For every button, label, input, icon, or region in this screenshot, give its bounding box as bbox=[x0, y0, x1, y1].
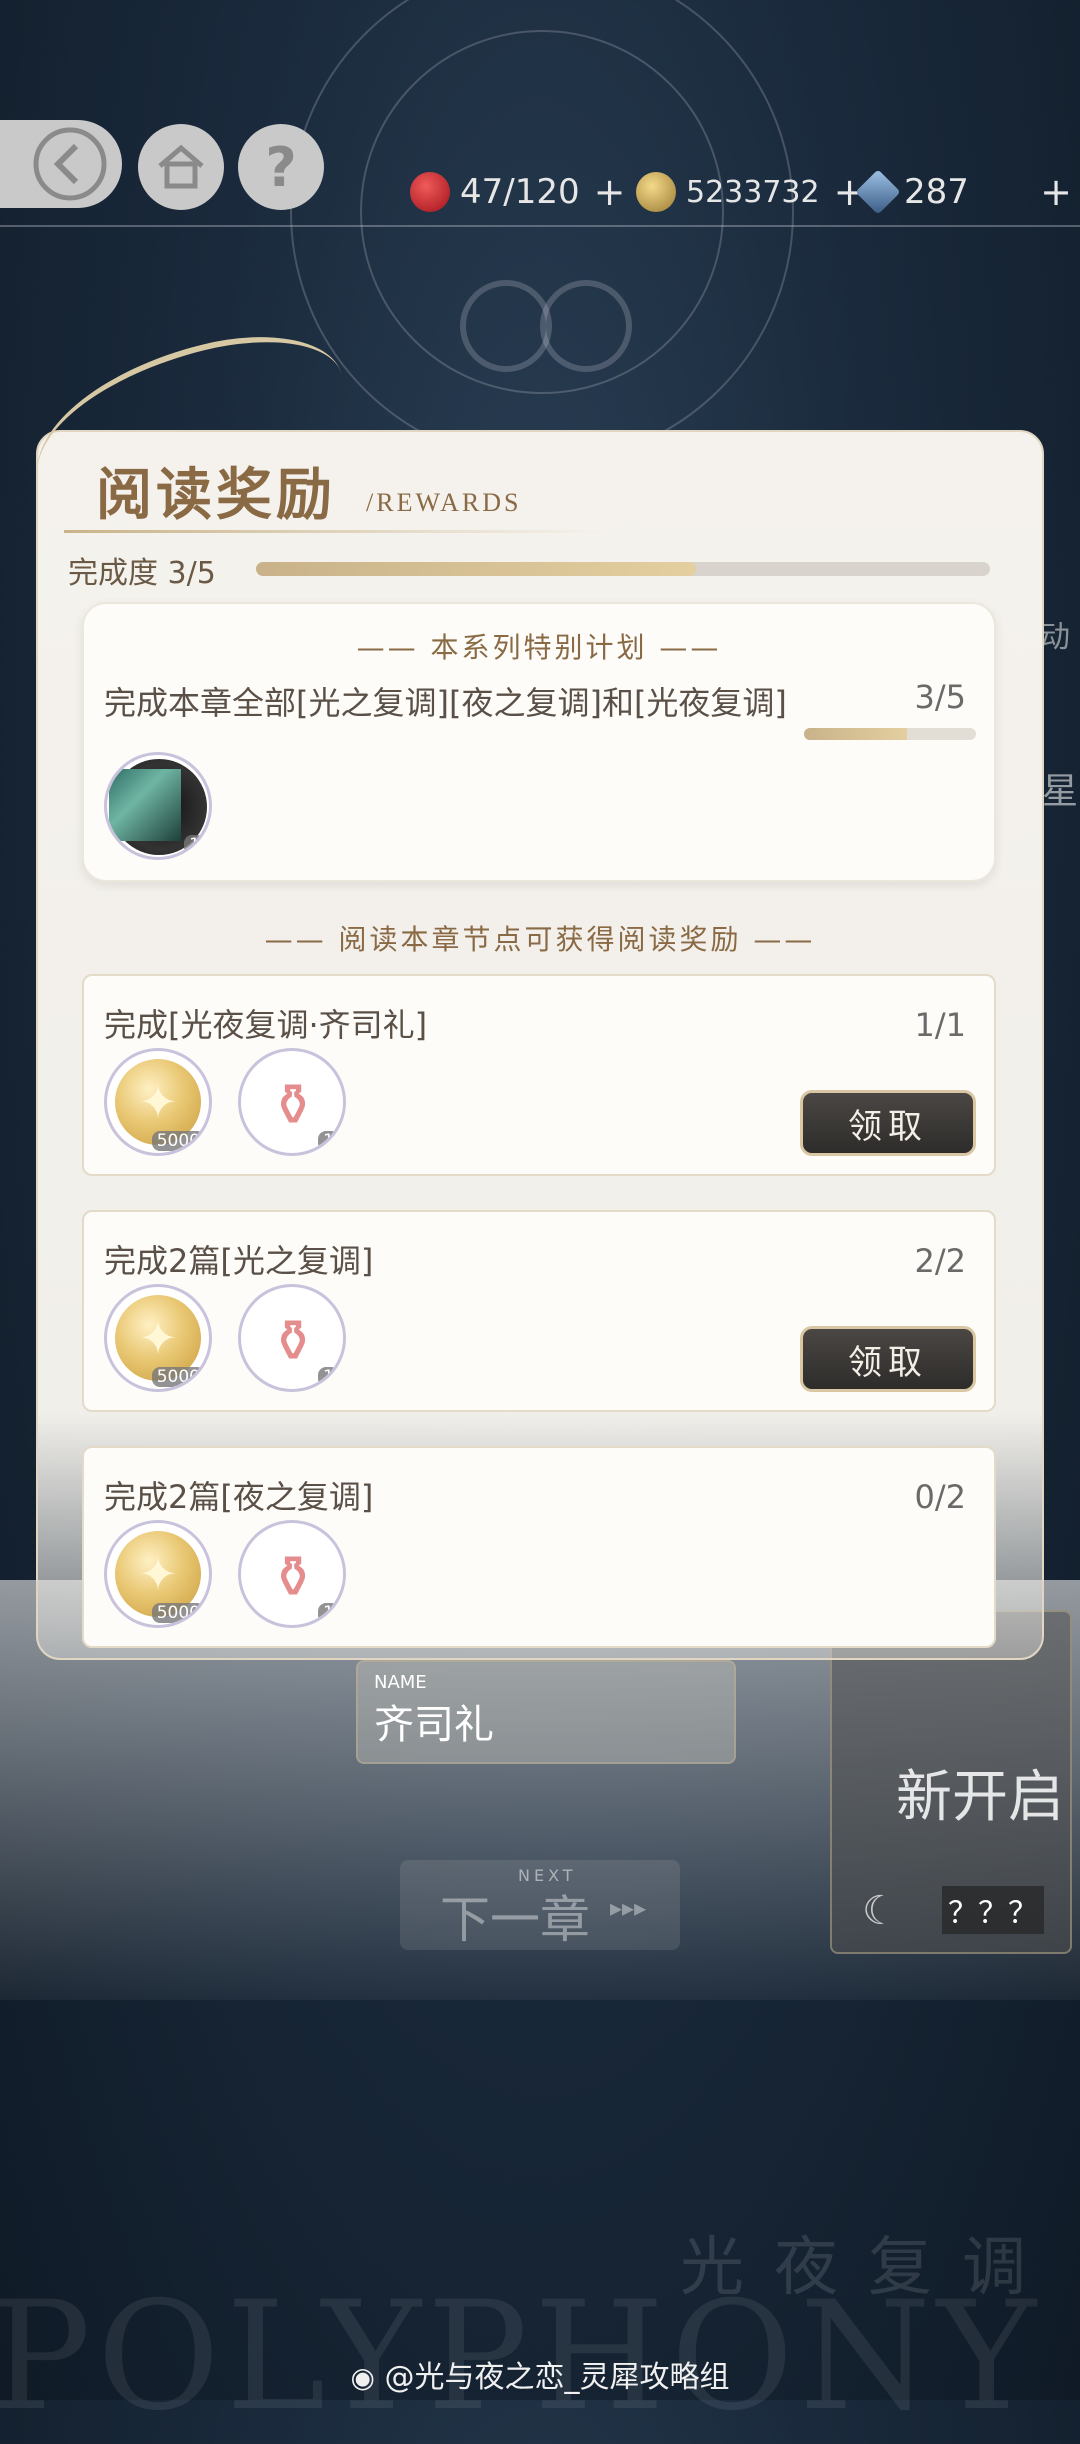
coin-icon bbox=[636, 172, 676, 212]
gold-value: 5233732 bbox=[686, 174, 820, 210]
bg-new-open-label: 新开启 bbox=[896, 1765, 1064, 1830]
bg-next-label: 下一章 bbox=[440, 1891, 590, 1949]
reward-potion[interactable]: ⚱ 1 bbox=[238, 1284, 346, 1392]
back-arrow-icon bbox=[33, 127, 107, 201]
stamina-resource: 47/120 + bbox=[410, 166, 625, 218]
bg-next-chapter-button[interactable]: NEXT 下一章 ▸▸▸ bbox=[400, 1860, 680, 1950]
home-button[interactable] bbox=[138, 124, 224, 210]
reward-potion[interactable]: ⚱ 1 bbox=[238, 1048, 346, 1156]
panel-title: 阅读奖励 bbox=[96, 462, 336, 528]
bg-side-char-2: 星 bbox=[1042, 771, 1079, 812]
reward-gold-coin[interactable]: ✦ 5000 bbox=[104, 1520, 212, 1628]
top-bar: ? 47/120 + 5233732 + 287 + bbox=[0, 120, 1080, 230]
task-count: 1/1 bbox=[914, 1006, 967, 1044]
task-card: 完成[光夜复调·齐司礼] 1/1 ✦ 5000 ⚱ 1 领取 bbox=[82, 974, 996, 1176]
special-plan-card: —— 本系列特别计划 —— 完成本章全部[光之复调][夜之复调]和[光夜复调] … bbox=[82, 602, 996, 882]
weibo-icon: ◉ bbox=[350, 2361, 375, 2394]
panel-subtitle: /REWARDS bbox=[366, 488, 522, 517]
completion-progress-bar bbox=[256, 562, 990, 576]
add-diamond-button[interactable]: + bbox=[1040, 170, 1072, 214]
task-count: 0/2 bbox=[914, 1478, 967, 1516]
bg-name-tag: NAME bbox=[374, 1672, 427, 1693]
back-button[interactable] bbox=[0, 120, 122, 208]
next-arrows-icon: ▸▸▸ bbox=[610, 1894, 647, 1922]
bg-ring-small-right bbox=[540, 280, 632, 372]
reward-potion[interactable]: ⚱ 1 bbox=[238, 1520, 346, 1628]
special-progress-bar bbox=[804, 728, 976, 740]
reward-gold-coin[interactable]: ✦ 5000 bbox=[104, 1048, 212, 1156]
special-task-count: 3/5 bbox=[914, 678, 967, 716]
reward-qty: 1 bbox=[318, 1131, 339, 1151]
title-underline bbox=[64, 530, 604, 533]
claim-button[interactable]: 领取 bbox=[800, 1090, 976, 1156]
watermark-text: @光与夜之恋_灵犀攻略组 bbox=[384, 2360, 730, 2395]
watermark: ◉ @光与夜之恋_灵犀攻略组 bbox=[0, 2352, 1080, 2396]
apple-icon bbox=[410, 172, 450, 212]
task-text: 完成2篇[夜之复调] bbox=[104, 1478, 374, 1516]
special-progress-fill bbox=[804, 728, 908, 740]
bg-character-card[interactable]: NAME 齐司礼 bbox=[356, 1660, 736, 1764]
reward-qty: 5000 bbox=[151, 1367, 205, 1387]
diamond-value: 287 bbox=[904, 172, 969, 212]
bg-ring-small-left bbox=[460, 280, 552, 372]
bg-unknown-name: ？？？ bbox=[942, 1886, 1044, 1934]
reward-qty: 1 bbox=[318, 1367, 339, 1387]
top-divider bbox=[0, 225, 1080, 227]
home-icon bbox=[158, 144, 204, 189]
task-card: 完成2篇[夜之复调] 0/2 ✦ 5000 ⚱ 1 bbox=[82, 1446, 996, 1648]
claim-button[interactable]: 领取 bbox=[800, 1326, 976, 1392]
bg-new-chapter-card[interactable]: 新开启 ？？？ ☾ bbox=[830, 1610, 1072, 1954]
reward-qty: 1 bbox=[184, 835, 205, 855]
help-icon: ? bbox=[265, 135, 297, 199]
bg-character-name: 齐司礼 bbox=[374, 1702, 494, 1748]
stamina-value: 47/120 bbox=[460, 172, 580, 212]
gold-resource: 5233732 + bbox=[636, 166, 865, 218]
add-stamina-button[interactable]: + bbox=[594, 170, 626, 214]
task-card: 完成2篇[光之复调] 2/2 ✦ 5000 ⚱ 1 领取 bbox=[82, 1210, 996, 1412]
task-text: 完成2篇[光之复调] bbox=[104, 1242, 374, 1280]
task-count: 2/2 bbox=[914, 1242, 967, 1280]
reward-qty: 5000 bbox=[151, 1603, 205, 1623]
node-rewards-header: —— 阅读本章节点可获得阅读奖励 —— bbox=[264, 923, 816, 956]
reward-qty: 1 bbox=[318, 1603, 339, 1623]
diamond-icon bbox=[855, 169, 901, 215]
bg-side-char-1: 动 bbox=[1040, 620, 1070, 655]
reward-qty: 5000 bbox=[151, 1131, 205, 1151]
special-task-text: 完成本章全部[光之复调][夜之复调]和[光夜复调] bbox=[104, 684, 787, 722]
completion-label: 完成度 3/5 bbox=[68, 556, 216, 591]
reward-vinyl-record[interactable]: 1 bbox=[104, 752, 212, 860]
special-plan-header: —— 本系列特别计划 —— bbox=[356, 631, 722, 664]
album-cover-icon bbox=[109, 769, 181, 841]
task-text: 完成[光夜复调·齐司礼] bbox=[104, 1006, 428, 1044]
diamond-resource: 287 + bbox=[855, 166, 1072, 218]
completion-progress-fill bbox=[256, 562, 697, 576]
help-button[interactable]: ? bbox=[238, 124, 324, 210]
reward-gold-coin[interactable]: ✦ 5000 bbox=[104, 1284, 212, 1392]
moon-icon: ☾ bbox=[862, 1888, 898, 1934]
